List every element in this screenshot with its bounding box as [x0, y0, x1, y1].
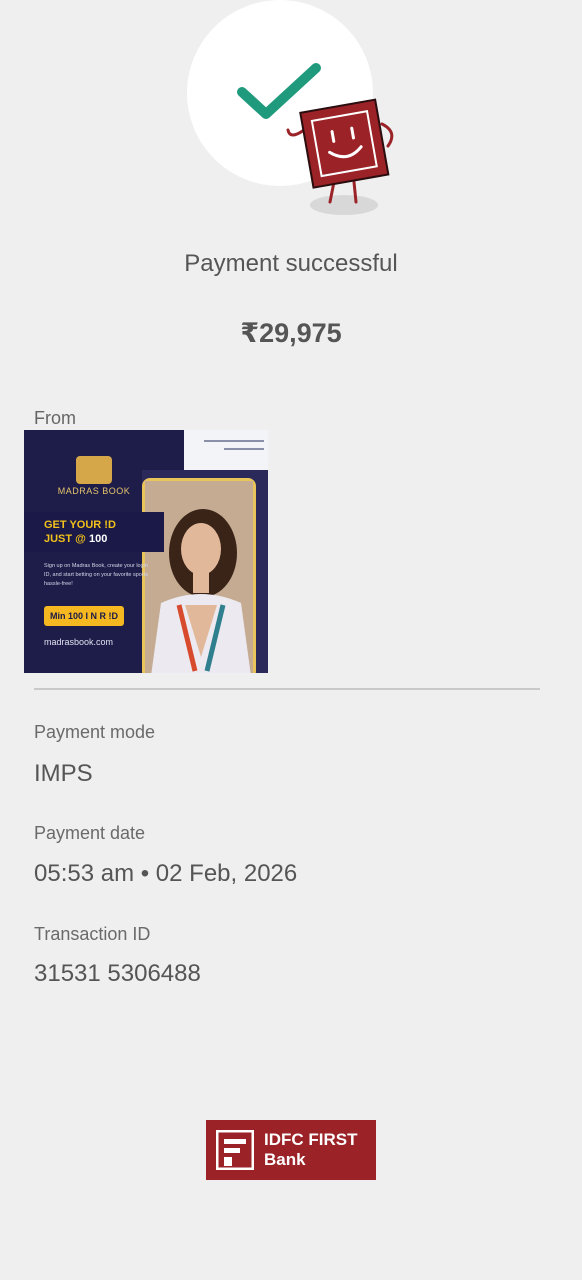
payment-date-label: Payment date — [34, 823, 146, 843]
payment-mode-label: Payment mode — [34, 722, 156, 742]
ad-photo-frame — [142, 478, 256, 673]
ad-headline: GET YOUR !D JUST @ 100 — [24, 512, 164, 552]
ad-cta-button[interactable]: Min 100 I N R !D — [44, 606, 124, 626]
payment-amount: ₹29,975 — [240, 318, 342, 348]
section-divider — [34, 688, 540, 690]
bank-logo: IDFC FIRST Bank — [206, 1120, 376, 1180]
ad-subtext: Sign up on Madras Book, create your logi… — [44, 563, 148, 587]
ad-brand-logo: MADRAS BOOK — [44, 456, 144, 496]
from-label: From — [34, 408, 76, 428]
person-illustration — [145, 481, 253, 673]
payment-date-value: 05:53 am • 02 Feb, 2026 — [34, 860, 298, 887]
bank-name: IDFC FIRST Bank — [264, 1130, 358, 1169]
success-header — [0, 0, 582, 230]
payment-status-text: Payment successful — [184, 250, 398, 277]
crown-icon — [76, 456, 112, 484]
sender-ad-image[interactable]: MADRAS BOOK GET YOUR !D JUST @ 100 Sign … — [24, 430, 268, 673]
ad-website[interactable]: madrasbook.com — [44, 637, 113, 647]
mascot-illustration — [286, 98, 394, 215]
transaction-id-value: 31531 5306488 — [34, 960, 201, 987]
payment-mode-value: IMPS — [34, 760, 93, 787]
transaction-id-label: Transaction ID — [34, 924, 151, 944]
bank-mark-icon — [216, 1130, 254, 1170]
ad-top-panel — [184, 430, 268, 470]
